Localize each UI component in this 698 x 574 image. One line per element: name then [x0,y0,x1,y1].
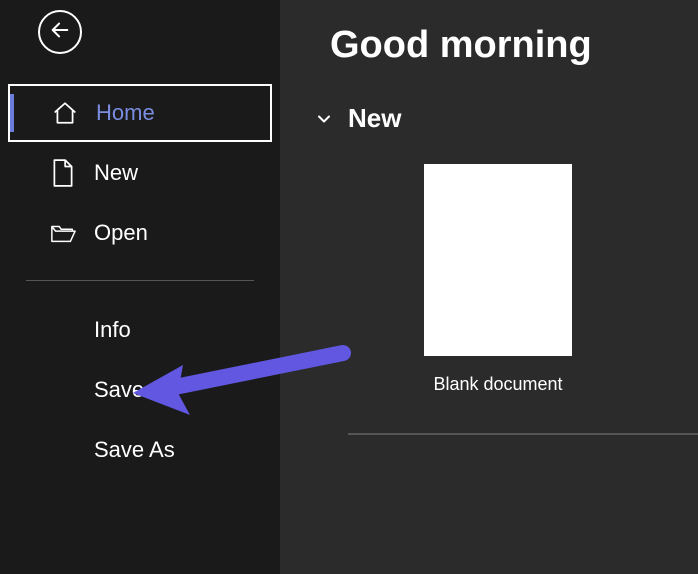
section-new-header[interactable]: New [314,103,698,134]
sidebar-divider [26,280,254,281]
sidebar-item-new[interactable]: New [8,144,272,202]
sidebar-item-save[interactable]: Save [8,361,272,419]
sidebar-item-label: Info [94,317,131,343]
sidebar-item-label: Save [94,377,144,403]
sidebar-item-info[interactable]: Info [8,301,272,359]
sidebar-item-label: Save As [94,437,175,463]
main-area: Good morning New Blank document [280,0,698,574]
sidebar-item-label: Home [96,100,155,126]
back-arrow-icon [49,19,71,46]
template-blank-document[interactable]: Blank document [424,164,572,395]
back-button[interactable] [38,10,82,54]
home-icon [52,100,78,126]
template-thumbnail [424,164,572,356]
folder-open-icon [50,220,76,246]
sidebar: Home New Open Info Save Save As [0,0,280,574]
sidebar-item-home[interactable]: Home [8,84,272,142]
sidebar-item-save-as[interactable]: Save As [8,421,272,479]
template-label: Blank document [433,374,562,395]
sidebar-item-open[interactable]: Open [8,204,272,262]
document-icon [50,160,76,186]
main-divider [348,433,698,435]
sidebar-item-label: Open [94,220,148,246]
chevron-down-icon [314,109,334,129]
sidebar-item-label: New [94,160,138,186]
section-new-label: New [348,103,401,134]
greeting-title: Good morning [330,24,698,67]
